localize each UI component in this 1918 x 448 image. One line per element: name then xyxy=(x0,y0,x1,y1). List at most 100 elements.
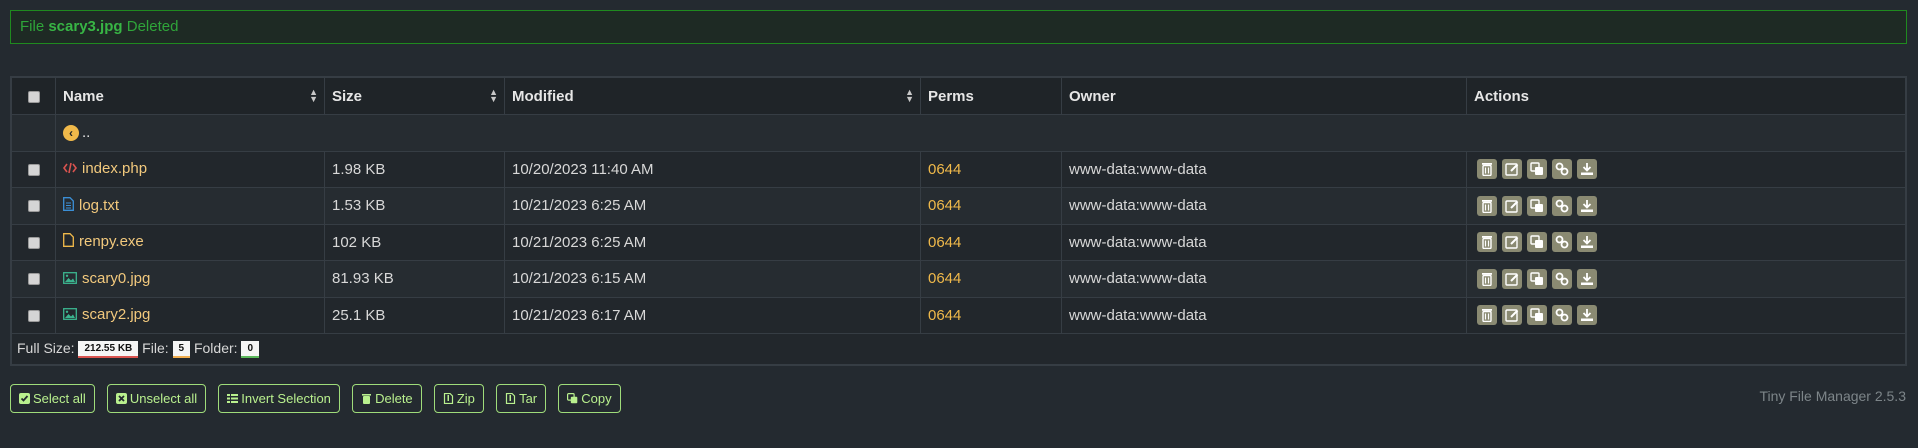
file-name: index.php xyxy=(82,160,148,178)
header-modified[interactable]: Modified ▲ ▼ xyxy=(504,77,921,115)
table-row[interactable]: index.php 1.98 KB 10/20/2023 11:40 AM 0644 w… xyxy=(11,150,1906,188)
download-action-button[interactable] xyxy=(1577,268,1597,289)
parent-dir-link[interactable]: ‹.. xyxy=(63,124,90,142)
copy-icon xyxy=(1530,272,1543,285)
file-name: scary0.jpg xyxy=(82,269,151,287)
file-modified: 10/21/2023 6:25 AM xyxy=(504,187,921,225)
copy-action-button[interactable] xyxy=(1527,232,1547,253)
file-size: 25.1 KB xyxy=(324,296,505,334)
file-actions xyxy=(1466,150,1906,188)
edit-icon xyxy=(1505,273,1519,286)
file-table: Name ▲ ▼ Size ▲ ▼ Modified ▲ ▼ Perms Owner Act… xyxy=(10,76,1907,366)
edit-icon xyxy=(1505,236,1519,249)
row-checkbox[interactable] xyxy=(27,273,40,286)
header-name[interactable]: Name ▲ ▼ xyxy=(55,77,325,115)
file-perms-cell: 0644 xyxy=(920,223,1062,261)
delete-action-button[interactable] xyxy=(1477,305,1497,326)
copy-action-button[interactable] xyxy=(1527,268,1547,289)
file-link[interactable]: index.php xyxy=(63,160,147,177)
link-action-button[interactable] xyxy=(1552,159,1572,180)
table-row[interactable]: scary2.jpg 25.1 KB 10/21/2023 6:17 AM 0644 w… xyxy=(11,296,1906,334)
trash-icon xyxy=(1482,163,1492,177)
bulk-actions: Select all Unselect all Invert Selection… xyxy=(10,384,629,413)
table-row[interactable]: renpy.exe 102 KB 10/21/2023 6:25 AM 0644 www… xyxy=(11,223,1906,261)
file-modified: 10/20/2023 11:40 AM xyxy=(504,150,921,188)
file-perms-link[interactable]: 0644 xyxy=(928,270,961,287)
archive-file-icon xyxy=(443,393,453,404)
row-checkbox[interactable] xyxy=(27,309,40,322)
file-perms-cell: 0644 xyxy=(920,187,1062,225)
download-action-button[interactable] xyxy=(1577,159,1597,180)
select-all-checkbox-cell xyxy=(11,77,56,115)
row-checkbox[interactable] xyxy=(27,200,40,213)
list-icon xyxy=(227,394,239,403)
file-perms-cell: 0644 xyxy=(920,296,1062,334)
delete-action-button[interactable] xyxy=(1477,268,1497,289)
header-actions: Actions xyxy=(1466,77,1906,115)
file-perms-link[interactable]: 0644 xyxy=(928,234,961,251)
folder-count-label: Folder: xyxy=(193,340,238,357)
file-actions xyxy=(1466,296,1906,334)
file-perms-link[interactable]: 0644 xyxy=(928,307,961,324)
unselect-all-button[interactable]: Unselect all xyxy=(106,384,207,413)
file-link[interactable]: scary0.jpg xyxy=(63,270,150,287)
file-modified: 10/21/2023 6:15 AM xyxy=(504,260,921,298)
download-action-button[interactable] xyxy=(1577,305,1597,326)
zip-button[interactable]: Zip xyxy=(433,384,484,413)
copy-action-button[interactable] xyxy=(1527,195,1547,216)
alert-suffix: Deleted xyxy=(126,18,179,35)
link-icon xyxy=(1555,235,1569,249)
edit-action-button[interactable] xyxy=(1502,195,1522,216)
download-action-button[interactable] xyxy=(1577,232,1597,253)
delete-action-button[interactable] xyxy=(1477,159,1497,180)
trash-icon xyxy=(1482,272,1492,286)
row-checkbox-cell xyxy=(11,223,56,261)
delete-action-button[interactable] xyxy=(1477,195,1497,216)
full-size-badge: 212.55 KB xyxy=(78,340,139,358)
sort-icon: ▲ ▼ xyxy=(905,87,914,104)
file-link[interactable]: renpy.exe xyxy=(63,233,144,250)
copy-action-button[interactable] xyxy=(1527,305,1547,326)
row-checkbox[interactable] xyxy=(27,236,40,249)
file-actions xyxy=(1466,260,1906,298)
table-header-row: Name ▲ ▼ Size ▲ ▼ Modified ▲ ▼ Perms Owner Act… xyxy=(11,77,1906,115)
link-icon xyxy=(1555,308,1569,322)
select-all-checkbox[interactable] xyxy=(27,90,40,103)
invert-selection-button[interactable]: Invert Selection xyxy=(218,384,340,413)
edit-action-button[interactable] xyxy=(1502,232,1522,253)
file-link[interactable]: log.txt xyxy=(63,197,119,214)
file-perms-link[interactable]: 0644 xyxy=(928,161,961,178)
chevron-left-circle-icon: ‹ xyxy=(63,125,79,142)
copy-action-button[interactable] xyxy=(1527,159,1547,180)
file-perms-link[interactable]: 0644 xyxy=(928,197,961,214)
select-all-button[interactable]: Select all xyxy=(10,384,95,413)
file-modified: 10/21/2023 6:25 AM xyxy=(504,223,921,261)
link-action-button[interactable] xyxy=(1552,232,1572,253)
edit-action-button[interactable] xyxy=(1502,268,1522,289)
parent-dir-row: ‹.. xyxy=(11,114,1906,152)
edit-action-button[interactable] xyxy=(1502,305,1522,326)
link-action-button[interactable] xyxy=(1552,195,1572,216)
file-link[interactable]: scary2.jpg xyxy=(63,306,150,323)
delete-button[interactable]: Delete xyxy=(352,384,422,413)
table-footer-row: Full Size: 212.55 KB File: 5 Folder: 0 xyxy=(11,333,1906,365)
file-size: 1.98 KB xyxy=(324,150,505,188)
table-row[interactable]: scary0.jpg 81.93 KB 10/21/2023 6:15 AM 0644… xyxy=(11,260,1906,298)
tar-button[interactable]: Tar xyxy=(496,384,547,413)
delete-action-button[interactable] xyxy=(1477,232,1497,253)
table-row[interactable]: log.txt 1.53 KB 10/21/2023 6:25 AM 0644 www-… xyxy=(11,187,1906,225)
download-icon xyxy=(1581,199,1593,212)
alert-message: File scary3.jpg Deleted xyxy=(10,10,1907,44)
row-checkbox-cell xyxy=(11,260,56,298)
link-action-button[interactable] xyxy=(1552,268,1572,289)
copy-button[interactable]: Copy xyxy=(558,384,621,413)
header-size[interactable]: Size ▲ ▼ xyxy=(324,77,505,115)
folder-count-badge: 0 xyxy=(241,340,259,358)
link-action-button[interactable] xyxy=(1552,305,1572,326)
edit-action-button[interactable] xyxy=(1502,159,1522,180)
download-action-button[interactable] xyxy=(1577,195,1597,216)
alert-prefix: File xyxy=(20,18,45,35)
row-checkbox[interactable] xyxy=(27,163,40,176)
copy-icon xyxy=(1530,162,1543,176)
file-owner: www-data:www-data xyxy=(1061,223,1467,261)
